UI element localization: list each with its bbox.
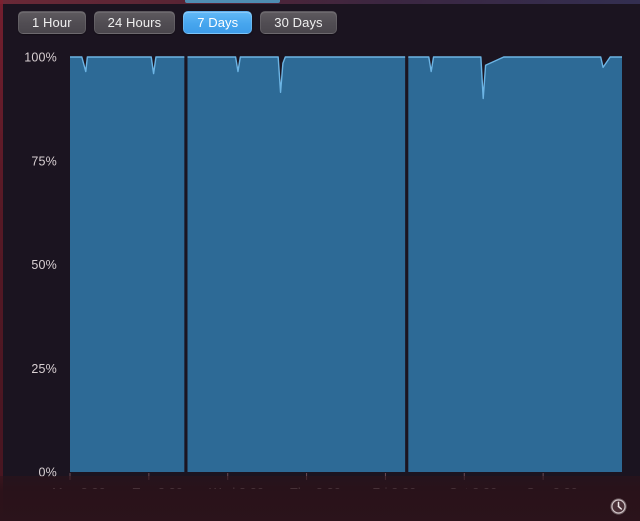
plot-area <box>70 56 622 472</box>
activity-monitor-window: 1 Hour 24 Hours 7 Days 30 Days 100% 75% 50… <box>0 0 640 521</box>
time-range-button-24-hours-label: 24 Hours <box>107 15 162 30</box>
time-range-button-30-days-label: 30 Days <box>274 15 323 30</box>
y-axis-tick-label: 25% <box>31 362 57 376</box>
area-fill <box>408 57 622 472</box>
chart-footer <box>0 476 640 521</box>
time-range-segmented-control[interactable]: 1 Hour 24 Hours 7 Days 30 Days <box>18 11 337 34</box>
time-range-button-24-hours[interactable]: 24 Hours <box>93 11 176 34</box>
y-axis-tick-label: 75% <box>31 154 57 168</box>
usage-chart-svg: 100%75%50%25%0% Mon 8:30Tue 8:30Wed 8:30… <box>24 51 622 489</box>
time-range-button-1-hour-label: 1 Hour <box>32 15 72 30</box>
area-fill <box>70 57 185 472</box>
window-top-edge <box>0 0 640 4</box>
time-range-button-30-days[interactable]: 30 Days <box>260 11 337 34</box>
usage-chart: 100%75%50%25%0% Mon 8:30Tue 8:30Wed 8:30… <box>0 44 640 489</box>
time-range-button-7-days-label: 7 Days <box>197 15 239 30</box>
clock-icon[interactable] <box>610 498 627 515</box>
y-axis-labels: 100%75%50%25%0% <box>24 51 57 480</box>
y-axis-tick-label: 100% <box>24 51 57 65</box>
y-axis-tick-label: 50% <box>31 258 57 272</box>
toolbar-fragment <box>185 0 280 3</box>
area-fill <box>187 57 406 472</box>
time-range-button-7-days[interactable]: 7 Days <box>183 11 253 34</box>
time-range-button-1-hour[interactable]: 1 Hour <box>18 11 86 34</box>
